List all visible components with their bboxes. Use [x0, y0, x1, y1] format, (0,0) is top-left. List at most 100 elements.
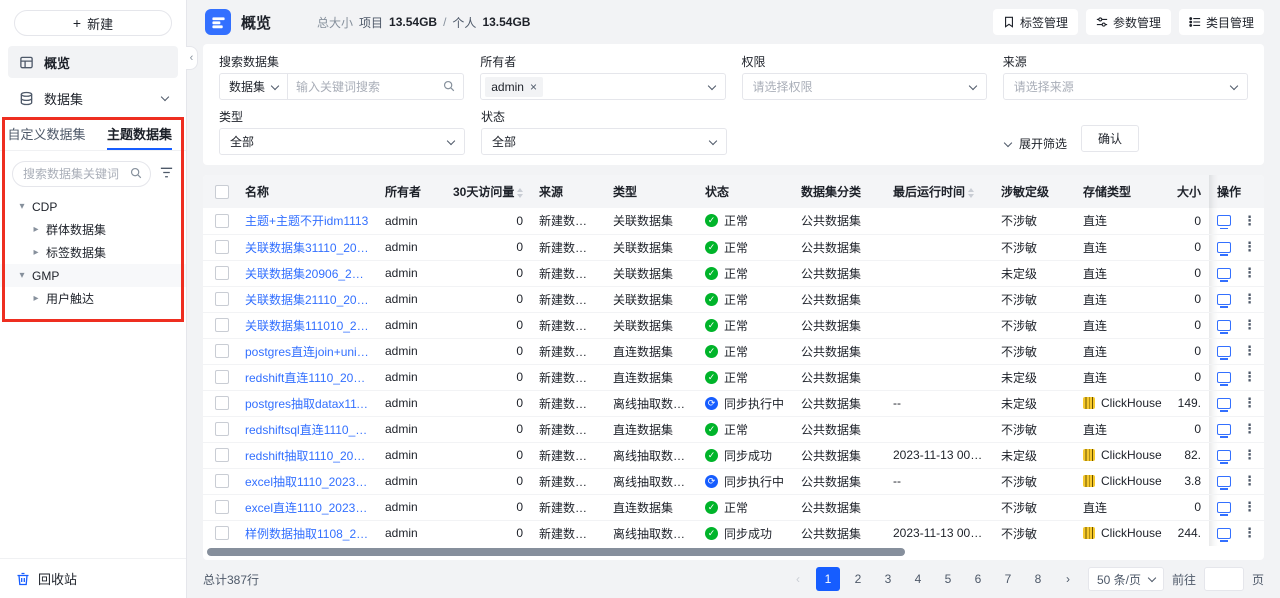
more-actions-icon[interactable]: ⋮ — [1243, 291, 1256, 306]
filter-icon[interactable] — [159, 165, 174, 183]
preview-icon[interactable] — [1217, 215, 1231, 226]
row-checkbox[interactable] — [215, 474, 229, 488]
owner-select[interactable]: admin × — [480, 73, 725, 100]
tree-node[interactable]: ▸群体数据集 — [0, 218, 186, 241]
goto-page-input[interactable] — [1204, 567, 1244, 591]
more-actions-icon[interactable]: ⋮ — [1243, 369, 1256, 384]
preview-icon[interactable] — [1217, 242, 1231, 253]
tab-theme-dataset[interactable]: 主题数据集 — [93, 120, 186, 150]
row-checkbox[interactable] — [215, 448, 229, 462]
row-checkbox[interactable] — [215, 266, 229, 280]
page-size-select[interactable]: 50 条/页 — [1088, 567, 1164, 591]
more-actions-icon[interactable]: ⋮ — [1243, 317, 1256, 332]
sort-icon[interactable] — [968, 188, 974, 198]
next-page-button[interactable]: › — [1056, 567, 1080, 591]
select-all-checkbox[interactable] — [215, 185, 229, 199]
tree-node[interactable]: ▸用户触达 — [0, 287, 186, 310]
dataset-name-link[interactable]: excel抽取1110_20231110... — [245, 473, 369, 490]
dataset-name-link[interactable]: 关联数据集111010_20231... — [245, 317, 369, 334]
row-checkbox[interactable] — [215, 526, 229, 540]
tree-node[interactable]: ▾CDP — [0, 195, 186, 218]
size-cell: 0 — [1169, 416, 1209, 442]
row-checkbox[interactable] — [215, 370, 229, 384]
dataset-name-link[interactable]: redshift直连1110_202311... — [245, 369, 369, 386]
row-checkbox[interactable] — [215, 318, 229, 332]
dataset-name-link[interactable]: 关联数据集31110_202311... — [245, 239, 369, 256]
tag-management-button[interactable]: 标签管理 — [993, 9, 1078, 35]
scrollbar-thumb[interactable] — [207, 548, 905, 556]
preview-icon[interactable] — [1217, 398, 1231, 409]
dataset-search-box — [12, 161, 151, 187]
tree-node[interactable]: ▸标签数据集 — [0, 241, 186, 264]
confirm-button[interactable]: 确认 — [1081, 125, 1139, 152]
more-actions-icon[interactable]: ⋮ — [1243, 239, 1256, 254]
keyword-search-input[interactable] — [288, 80, 463, 94]
category-cell: 公共数据集 — [793, 286, 885, 312]
dataset-name-link[interactable]: 关联数据集21110_202311... — [245, 291, 369, 308]
preview-icon[interactable] — [1217, 528, 1231, 539]
sort-icon[interactable] — [517, 188, 523, 198]
preview-icon[interactable] — [1217, 502, 1231, 513]
more-actions-icon[interactable]: ⋮ — [1243, 447, 1256, 462]
page-button[interactable]: 4 — [906, 567, 930, 591]
preview-icon[interactable] — [1217, 476, 1231, 487]
preview-icon[interactable] — [1217, 294, 1231, 305]
param-management-button[interactable]: 参数管理 — [1086, 9, 1171, 35]
preview-icon[interactable] — [1217, 450, 1231, 461]
page-button[interactable]: 7 — [996, 567, 1020, 591]
row-checkbox[interactable] — [215, 500, 229, 514]
row-checkbox[interactable] — [215, 396, 229, 410]
more-actions-icon[interactable]: ⋮ — [1243, 525, 1256, 540]
more-actions-icon[interactable]: ⋮ — [1243, 395, 1256, 410]
tab-custom-dataset[interactable]: 自定义数据集 — [0, 120, 93, 150]
category-management-button[interactable]: 类目管理 — [1179, 9, 1264, 35]
dataset-name-link[interactable]: 样例数据抽取1108_20231... — [245, 525, 369, 542]
preview-icon[interactable] — [1217, 320, 1231, 331]
page-button[interactable]: 6 — [966, 567, 990, 591]
dataset-name-link[interactable]: redshift抽取1110_202311... — [245, 447, 369, 464]
more-actions-icon[interactable]: ⋮ — [1243, 213, 1256, 228]
recycle-bin[interactable]: 回收站 — [0, 558, 186, 598]
row-checkbox[interactable] — [215, 344, 229, 358]
page-button[interactable]: 1 — [816, 567, 840, 591]
preview-icon[interactable] — [1217, 346, 1231, 357]
row-checkbox[interactable] — [215, 292, 229, 306]
more-actions-icon[interactable]: ⋮ — [1243, 421, 1256, 436]
dataset-name-link[interactable]: excel直连1110_20231110... — [245, 499, 369, 516]
tree-node[interactable]: ▾GMP — [0, 264, 186, 287]
type-cell: 关联数据集 — [605, 234, 697, 260]
dataset-name-link[interactable]: postgres抽取datax1110_2... — [245, 395, 369, 412]
row-checkbox[interactable] — [215, 240, 229, 254]
more-actions-icon[interactable]: ⋮ — [1243, 265, 1256, 280]
row-checkbox[interactable] — [215, 214, 229, 228]
prev-page-button[interactable]: ‹ — [786, 567, 810, 591]
page-button[interactable]: 8 — [1026, 567, 1050, 591]
page-button[interactable]: 2 — [846, 567, 870, 591]
preview-icon[interactable] — [1217, 372, 1231, 383]
row-checkbox[interactable] — [215, 422, 229, 436]
horizontal-scrollbar[interactable] — [205, 548, 1262, 556]
sidebar-item-overview[interactable]: 概览 — [8, 46, 178, 78]
preview-icon[interactable] — [1217, 268, 1231, 279]
sidebar-collapse-handle[interactable]: ‹ — [186, 46, 198, 70]
sidebar-item-dataset[interactable]: 数据集 — [8, 82, 178, 114]
expand-filter-link[interactable]: 展开筛选 — [1005, 135, 1067, 152]
dataset-name-link[interactable]: redshiftsql直连1110_2023... — [245, 421, 369, 438]
permission-select[interactable]: 请选择权限 — [742, 73, 987, 100]
more-actions-icon[interactable]: ⋮ — [1243, 343, 1256, 358]
dataset-name-link[interactable]: postgres直连join+union11... — [245, 343, 369, 360]
more-actions-icon[interactable]: ⋮ — [1243, 499, 1256, 514]
type-select[interactable]: 全部 — [219, 128, 465, 155]
search-type-select[interactable]: 数据集 — [220, 74, 288, 99]
page-button[interactable]: 3 — [876, 567, 900, 591]
status-select[interactable]: 全部 — [481, 128, 727, 155]
more-actions-icon[interactable]: ⋮ — [1243, 473, 1256, 488]
preview-icon[interactable] — [1217, 424, 1231, 435]
dataset-name-link[interactable]: 主题+主题不开idm1113 — [245, 212, 369, 229]
source-cell: 新建数据集 — [531, 442, 605, 468]
remove-tag-icon[interactable]: × — [530, 80, 537, 94]
page-button[interactable]: 5 — [936, 567, 960, 591]
dataset-name-link[interactable]: 关联数据集20906_202311... — [245, 265, 369, 282]
source-select[interactable]: 请选择来源 — [1003, 73, 1248, 100]
new-button[interactable]: + 新建 — [14, 10, 172, 36]
